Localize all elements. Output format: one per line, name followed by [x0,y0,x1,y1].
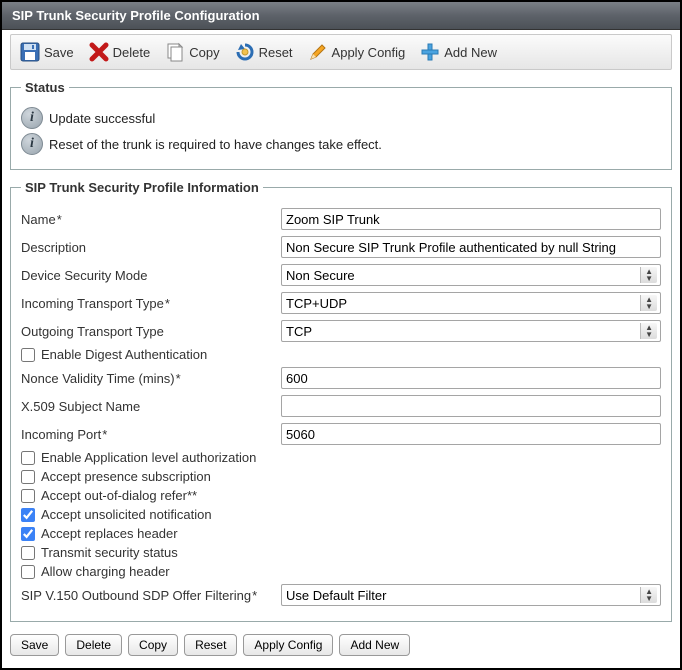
incoming-transport-select[interactable]: TCP+UDP [281,292,661,314]
incoming-port-label: Incoming Port [21,427,281,442]
status-fieldset: Status i Update successful i Reset of th… [10,80,672,170]
enable-digest-checkbox[interactable] [21,348,35,362]
enable-digest-label: Enable Digest Authentication [41,347,207,362]
accept-out-of-dialog-label: Accept out-of-dialog refer** [41,488,197,503]
toolbar-label: Apply Config [332,45,406,60]
delete-button[interactable]: Delete [86,39,159,65]
status-legend: Status [21,80,69,95]
toolbar-label: Save [44,45,74,60]
enable-app-auth-label: Enable Application level authorization [41,450,256,465]
toolbar-label: Copy [189,45,219,60]
allow-charging-checkbox[interactable] [21,565,35,579]
toolbar-label: Delete [113,45,151,60]
reset-button-bottom[interactable]: Reset [184,634,237,656]
accept-replaces-checkbox[interactable] [21,527,35,541]
info-icon: i [21,133,43,155]
transmit-security-label: Transmit security status [41,545,178,560]
toolbar: Save Delete Copy Reset Apply Config [10,34,672,70]
name-input[interactable] [281,208,661,230]
page-title: SIP Trunk Security Profile Configuration [2,2,680,30]
accept-unsolicited-checkbox[interactable] [21,508,35,522]
x509-label: X.509 Subject Name [21,399,281,414]
copy-icon [164,41,186,63]
save-button[interactable]: Save [17,39,82,65]
status-text: Reset of the trunk is required to have c… [49,137,382,152]
info-icon: i [21,107,43,129]
bottom-button-bar: Save Delete Copy Reset Apply Config Add … [10,634,672,656]
x509-input[interactable] [281,395,661,417]
incoming-transport-label: Incoming Transport Type [21,296,281,311]
delete-button-bottom[interactable]: Delete [65,634,122,656]
device-security-mode-select[interactable]: Non Secure [281,264,661,286]
toolbar-label: Reset [259,45,293,60]
sdp-filtering-label: SIP V.150 Outbound SDP Offer Filtering [21,588,281,603]
x-icon [88,41,110,63]
accept-replaces-label: Accept replaces header [41,526,178,541]
copy-button-bottom[interactable]: Copy [128,634,178,656]
sdp-filtering-select[interactable]: Use Default Filter [281,584,661,606]
description-label: Description [21,240,281,255]
floppy-disk-icon [19,41,41,63]
save-button-bottom[interactable]: Save [10,634,59,656]
toolbar-label: Add New [444,45,497,60]
add-new-button[interactable]: Add New [417,39,505,65]
transmit-security-checkbox[interactable] [21,546,35,560]
profile-info-fieldset: SIP Trunk Security Profile Information N… [10,180,672,622]
nonce-validity-label: Nonce Validity Time (mins) [21,371,281,386]
apply-config-button-bottom[interactable]: Apply Config [243,634,333,656]
accept-presence-checkbox[interactable] [21,470,35,484]
status-text: Update successful [49,111,155,126]
reset-button[interactable]: Reset [232,39,301,65]
copy-button[interactable]: Copy [162,39,227,65]
accept-unsolicited-label: Accept unsolicited notification [41,507,212,522]
reset-icon [234,41,256,63]
profile-info-legend: SIP Trunk Security Profile Information [21,180,263,195]
status-update-line: i Update successful [21,107,661,129]
add-new-button-bottom[interactable]: Add New [339,634,410,656]
name-label: Name [21,212,281,227]
status-reset-line: i Reset of the trunk is required to have… [21,133,661,155]
device-security-mode-label: Device Security Mode [21,268,281,283]
apply-config-button[interactable]: Apply Config [305,39,414,65]
incoming-port-input[interactable] [281,423,661,445]
accept-out-of-dialog-checkbox[interactable] [21,489,35,503]
outgoing-transport-select[interactable]: TCP [281,320,661,342]
plus-icon [419,41,441,63]
accept-presence-label: Accept presence subscription [41,469,211,484]
outgoing-transport-label: Outgoing Transport Type [21,324,281,339]
pencil-icon [307,41,329,63]
description-input[interactable] [281,236,661,258]
nonce-validity-input[interactable] [281,367,661,389]
enable-app-auth-checkbox[interactable] [21,451,35,465]
allow-charging-label: Allow charging header [41,564,170,579]
